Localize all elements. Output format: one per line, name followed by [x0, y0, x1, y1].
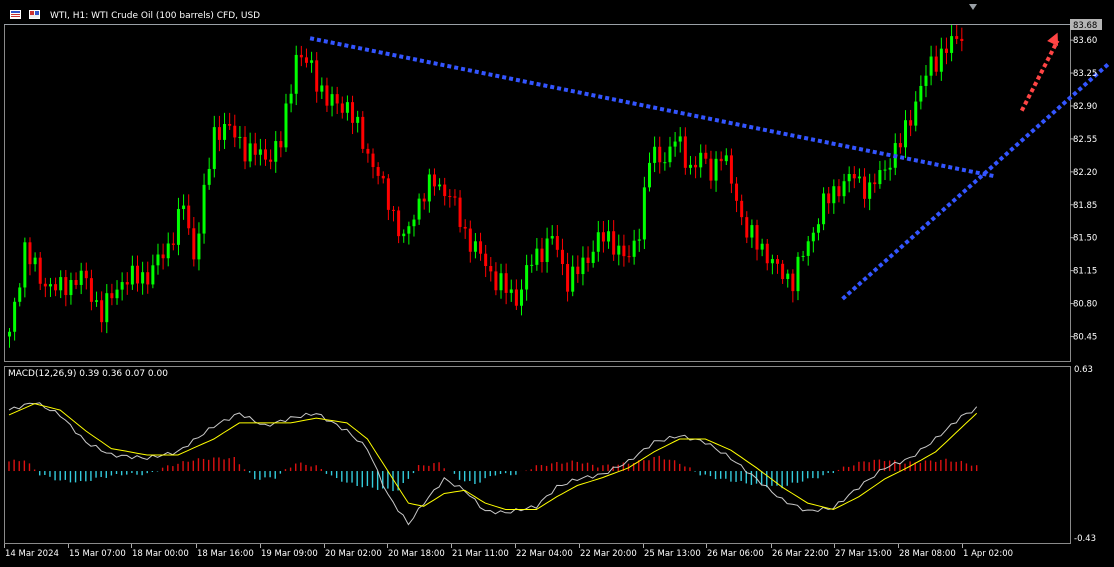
price-panel-frame — [4, 24, 1071, 362]
price-tick-label: 82.90 — [1073, 102, 1097, 112]
macd-label: MACD(12,26,9) 0.39 0.36 0.07 0.00 — [8, 369, 168, 379]
time-tick-label: 18 Mar 00:00 — [132, 549, 189, 559]
time-tick-label: 20 Mar 02:00 — [325, 549, 382, 559]
time-tick-label: 19 Mar 09:00 — [261, 549, 318, 559]
price-tick-label: 81.85 — [1073, 201, 1097, 211]
price-tick-label: 83.25 — [1073, 69, 1097, 79]
time-tick-label: 18 Mar 16:00 — [197, 549, 254, 559]
price-tick-label: 80.45 — [1073, 332, 1097, 342]
macd-tick-label: -0.43 — [1074, 534, 1096, 544]
time-tick-label: 25 Mar 13:00 — [644, 549, 701, 559]
time-tick-label: 22 Mar 04:00 — [516, 549, 573, 559]
time-tick-label: 27 Mar 15:00 — [835, 549, 892, 559]
candle — [822, 187, 826, 231]
price-marker-triangle-icon — [969, 4, 977, 10]
price-tick-label: 82.20 — [1073, 168, 1097, 178]
time-tick-label: 1 Apr 02:00 — [963, 549, 1013, 559]
price-tick-label: 81.50 — [1073, 234, 1097, 244]
chart-properties-icon[interactable] — [29, 10, 40, 19]
time-tick-label: 20 Mar 18:00 — [388, 549, 445, 559]
price-tick-label: 81.15 — [1073, 267, 1097, 277]
candle — [361, 111, 365, 154]
price-tick-label: 82.55 — [1073, 135, 1097, 145]
time-tick-label: 22 Mar 20:00 — [580, 549, 637, 559]
macd-axis: 0.63 -0.43 — [1074, 365, 1096, 544]
candle — [642, 176, 646, 250]
symbol-list-icon[interactable] — [10, 10, 21, 19]
time-tick-label: 26 Mar 22:00 — [772, 549, 829, 559]
macd-tick-label: 0.63 — [1074, 365, 1093, 375]
current-price-label: 83.68 — [1073, 21, 1097, 31]
time-tick-label: 28 Mar 08:00 — [899, 549, 956, 559]
time-tick-label: 26 Mar 06:00 — [707, 549, 764, 559]
price-tick-label: 80.80 — [1073, 300, 1097, 310]
price-tick-label: 83.60 — [1073, 36, 1097, 46]
time-axis: 14 Mar 2024 15 Mar 07:00 18 Mar 00:00 18 Ma… — [4, 544, 1013, 559]
trading-chart[interactable]: WTI, H1: WTI Crude Oil (100 barrels) CFD… — [0, 0, 1114, 567]
price-axis: 83.60 83.25 82.90 82.55 82.20 81.85 81.50 81.15… — [1070, 36, 1097, 342]
time-tick-label: 14 Mar 2024 — [5, 549, 59, 559]
time-tick-label: 21 Mar 11:00 — [452, 549, 509, 559]
chart-title: WTI, H1: WTI Crude Oil (100 barrels) CFD… — [50, 11, 260, 21]
time-tick-label: 15 Mar 07:00 — [69, 549, 126, 559]
